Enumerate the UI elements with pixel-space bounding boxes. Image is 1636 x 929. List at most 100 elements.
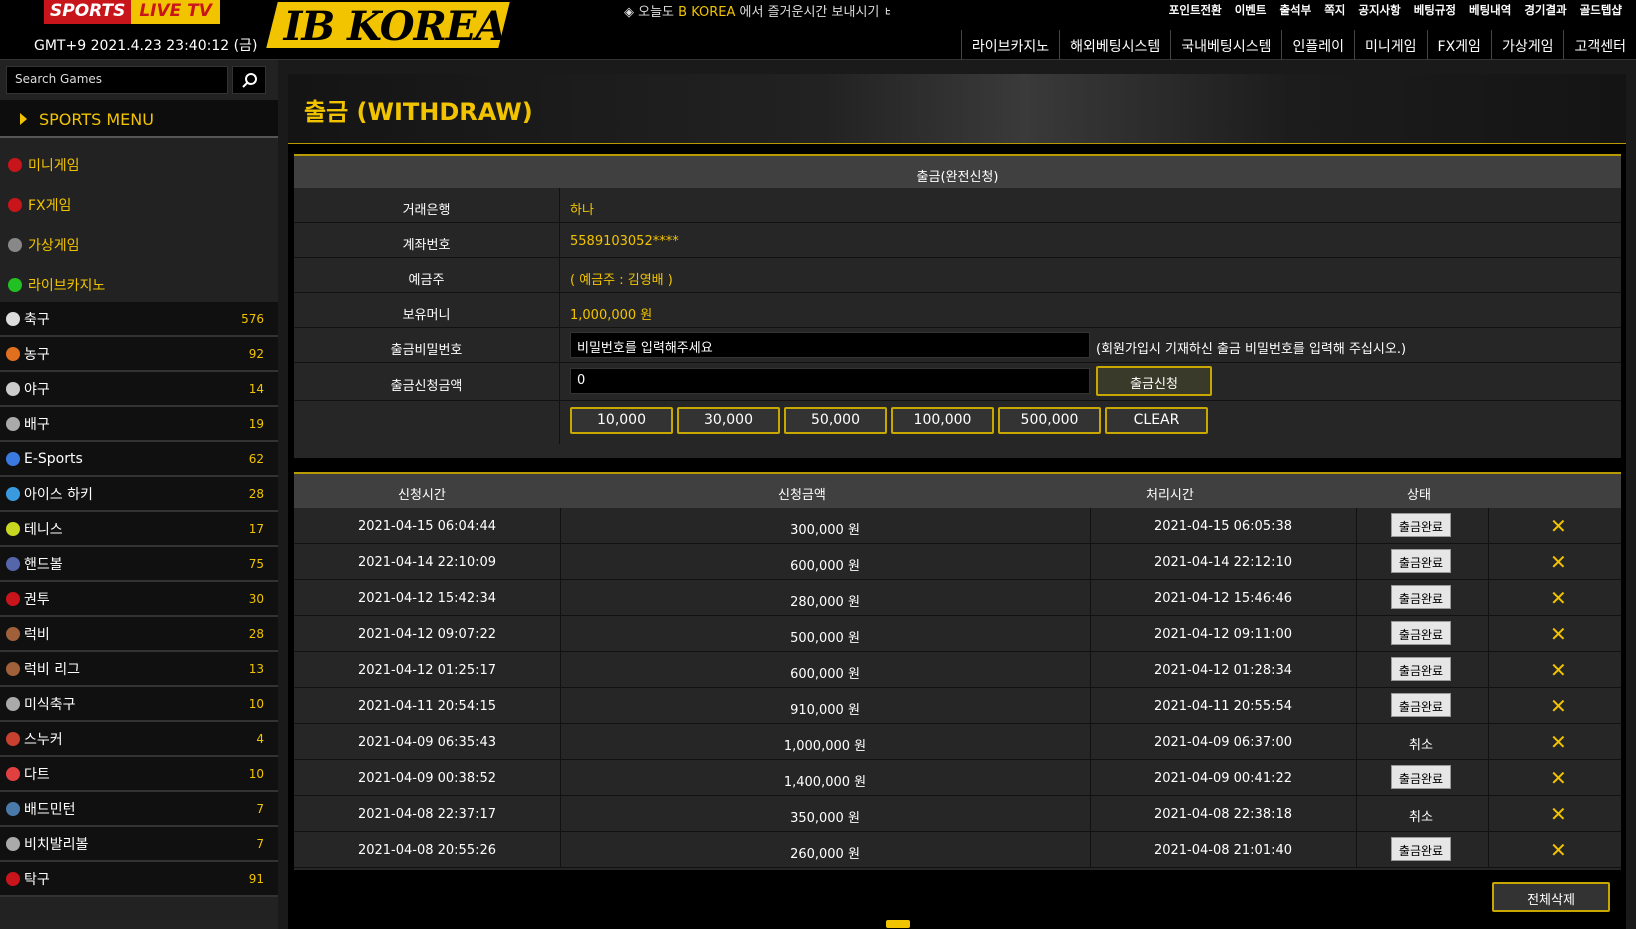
top-link-messages[interactable]: 쪽지	[1324, 2, 1345, 18]
amount-clear-button[interactable]: CLEAR	[1105, 407, 1208, 434]
delete-row-x-icon[interactable]: ✕	[1550, 696, 1567, 716]
column-divider	[1488, 616, 1489, 652]
delete-row-x-icon[interactable]: ✕	[1550, 732, 1567, 752]
sport-item[interactable]: 야구 14	[0, 372, 278, 407]
rugby-icon	[6, 626, 20, 641]
fx-icon	[8, 198, 22, 212]
sport-item[interactable]: 테니스 17	[0, 512, 278, 547]
delete-row-x-icon[interactable]: ✕	[1550, 660, 1567, 680]
handball-icon	[6, 556, 20, 571]
sidebar-game-link[interactable]: 가상게임	[0, 220, 278, 260]
sidebar-game-link[interactable]: FX게임	[0, 180, 278, 220]
withdraw-password-input[interactable]: 비밀번호를 입력해주세요	[570, 332, 1090, 358]
top-link-point-convert[interactable]: 포인트전환	[1169, 2, 1222, 18]
amount-50000-button[interactable]: 50,000	[784, 407, 887, 434]
sidebar-game-link[interactable]: 미니게임	[0, 140, 278, 180]
processed-time-cell: 2021-04-11 20:55:54	[1153, 699, 1293, 714]
nav-domestic-betting[interactable]: 국내베팅시스템	[1170, 30, 1281, 60]
sport-item[interactable]: 핸드볼 75	[0, 547, 278, 582]
top-link-gold-shop[interactable]: 골드텝샵	[1580, 2, 1622, 18]
sport-item-count: 75	[248, 557, 264, 571]
history-row: 2021-04-11 20:54:15 910,000 원 2021-04-11 2…	[294, 688, 1621, 724]
delete-row-x-icon[interactable]: ✕	[1550, 840, 1567, 860]
withdraw-amount-input[interactable]: 0	[570, 368, 1090, 394]
col-processed-time: 처리시간	[1146, 488, 1194, 503]
amount-row: 출금신청금액 0 출금신청	[294, 363, 1621, 401]
nav-minigame[interactable]: 미니게임	[1354, 30, 1427, 60]
column-divider	[560, 508, 561, 544]
sport-item-count: 7	[256, 802, 264, 816]
sport-item[interactable]: 미식축구 10	[0, 687, 278, 722]
sport-item[interactable]: 럭비 28	[0, 617, 278, 652]
top-link-notice[interactable]: 공지사항	[1358, 2, 1400, 18]
amount-100000-button[interactable]: 100,000	[891, 407, 994, 434]
top-links: 포인트전환 이벤트 출석부 쪽지 공지사항 베팅규정 베팅내역 경기결과 골드텝…	[1169, 2, 1622, 18]
top-link-results[interactable]: 경기결과	[1524, 2, 1566, 18]
requested-time-cell: 2021-04-12 01:25:17	[357, 663, 497, 678]
sport-item[interactable]: 비치발리볼 7	[0, 827, 278, 862]
withdraw-apply-button[interactable]: 출금신청	[1096, 366, 1212, 396]
sport-item[interactable]: 배구 19	[0, 407, 278, 442]
top-bar: SPORTS LIVE TV GMT+9 2021.4.23 23:40:12 …	[0, 0, 1636, 60]
nav-live-casino[interactable]: 라이브카지노	[960, 30, 1059, 60]
requested-time-cell: 2021-04-11 20:54:15	[357, 699, 497, 714]
amount-10000-button[interactable]: 10,000	[570, 407, 673, 434]
requested-time-cell: 2021-04-09 06:35:43	[357, 735, 497, 750]
status-badge: 출금완료	[1391, 837, 1451, 861]
sport-item[interactable]: 럭비 리그 13	[0, 652, 278, 687]
requested-amount-cell: 910,000 원	[790, 703, 860, 718]
sport-item[interactable]: 권투 30	[0, 582, 278, 617]
column-divider	[1488, 652, 1489, 688]
sport-item[interactable]: 축구 576	[0, 302, 278, 337]
search-button[interactable]	[232, 66, 266, 94]
sport-item[interactable]: E-Sports 62	[0, 442, 278, 477]
delete-row-x-icon[interactable]: ✕	[1550, 516, 1567, 536]
page-title: 출금 (WITHDRAW)	[304, 98, 533, 126]
site-logo[interactable]: IB KOREA	[266, 2, 510, 50]
top-link-attendance[interactable]: 출석부	[1279, 2, 1311, 18]
top-link-betting-rules[interactable]: 베팅규정	[1414, 2, 1456, 18]
account-row: 계좌번호 5589103052****	[294, 223, 1621, 258]
server-clock: GMT+9 2021.4.23 23:40:12 (금)	[34, 38, 258, 54]
nav-inplay[interactable]: 인플레이	[1281, 30, 1354, 60]
bank-value: 하나	[570, 203, 594, 218]
sport-item[interactable]: 농구 92	[0, 337, 278, 372]
basketball-icon	[6, 346, 20, 361]
search-input[interactable]: Search Games	[6, 66, 228, 94]
sport-item-label: 미식축구	[24, 696, 76, 713]
nav-customer-center[interactable]: 고객센터	[1563, 30, 1636, 60]
sidebar-game-link[interactable]: 라이브카지노	[0, 260, 278, 300]
sport-item-count: 92	[248, 347, 264, 361]
nav-fx-game[interactable]: FX게임	[1426, 30, 1491, 60]
sport-item[interactable]: 스누커 4	[0, 722, 278, 757]
status-badge: 출금완료	[1391, 585, 1451, 609]
sports-live-tv-logo[interactable]: SPORTS LIVE TV	[44, 0, 220, 24]
top-link-event[interactable]: 이벤트	[1235, 2, 1267, 18]
delete-row-x-icon[interactable]: ✕	[1550, 768, 1567, 788]
column-divider	[1356, 616, 1357, 652]
delete-all-button[interactable]: 전체삭제	[1492, 882, 1610, 912]
delete-row-x-icon[interactable]: ✕	[1550, 624, 1567, 644]
delete-row-x-icon[interactable]: ✕	[1550, 588, 1567, 608]
requested-amount-cell: 600,000 원	[790, 559, 860, 574]
brand-sports-text: SPORTS	[44, 0, 132, 24]
sport-item[interactable]: 배드민턴 7	[0, 792, 278, 827]
top-link-betting-history[interactable]: 베팅내역	[1469, 2, 1511, 18]
sport-item[interactable]: 탁구 91	[0, 862, 278, 897]
nav-overseas-betting[interactable]: 해외베팅시스템	[1059, 30, 1170, 60]
sport-item[interactable]: 아이스 하키 28	[0, 477, 278, 512]
delete-row-x-icon[interactable]: ✕	[1550, 552, 1567, 572]
sidebar-game-link-label: 미니게임	[28, 158, 80, 174]
column-divider	[1356, 580, 1357, 616]
sport-item-label: E-Sports	[24, 450, 83, 467]
amount-30000-button[interactable]: 30,000	[677, 407, 780, 434]
delete-row-x-icon[interactable]: ✕	[1550, 804, 1567, 824]
pagination-current[interactable]	[886, 920, 910, 928]
withdraw-form-heading: 출금(완전신청)	[294, 154, 1621, 188]
status-cancelled: 취소	[1409, 810, 1433, 825]
amount-500000-button[interactable]: 500,000	[998, 407, 1101, 434]
darts-icon	[6, 766, 20, 781]
rugby-league-icon	[6, 661, 20, 676]
nav-virtual-game[interactable]: 가상게임	[1490, 30, 1564, 60]
sport-item[interactable]: 다트 10	[0, 757, 278, 792]
